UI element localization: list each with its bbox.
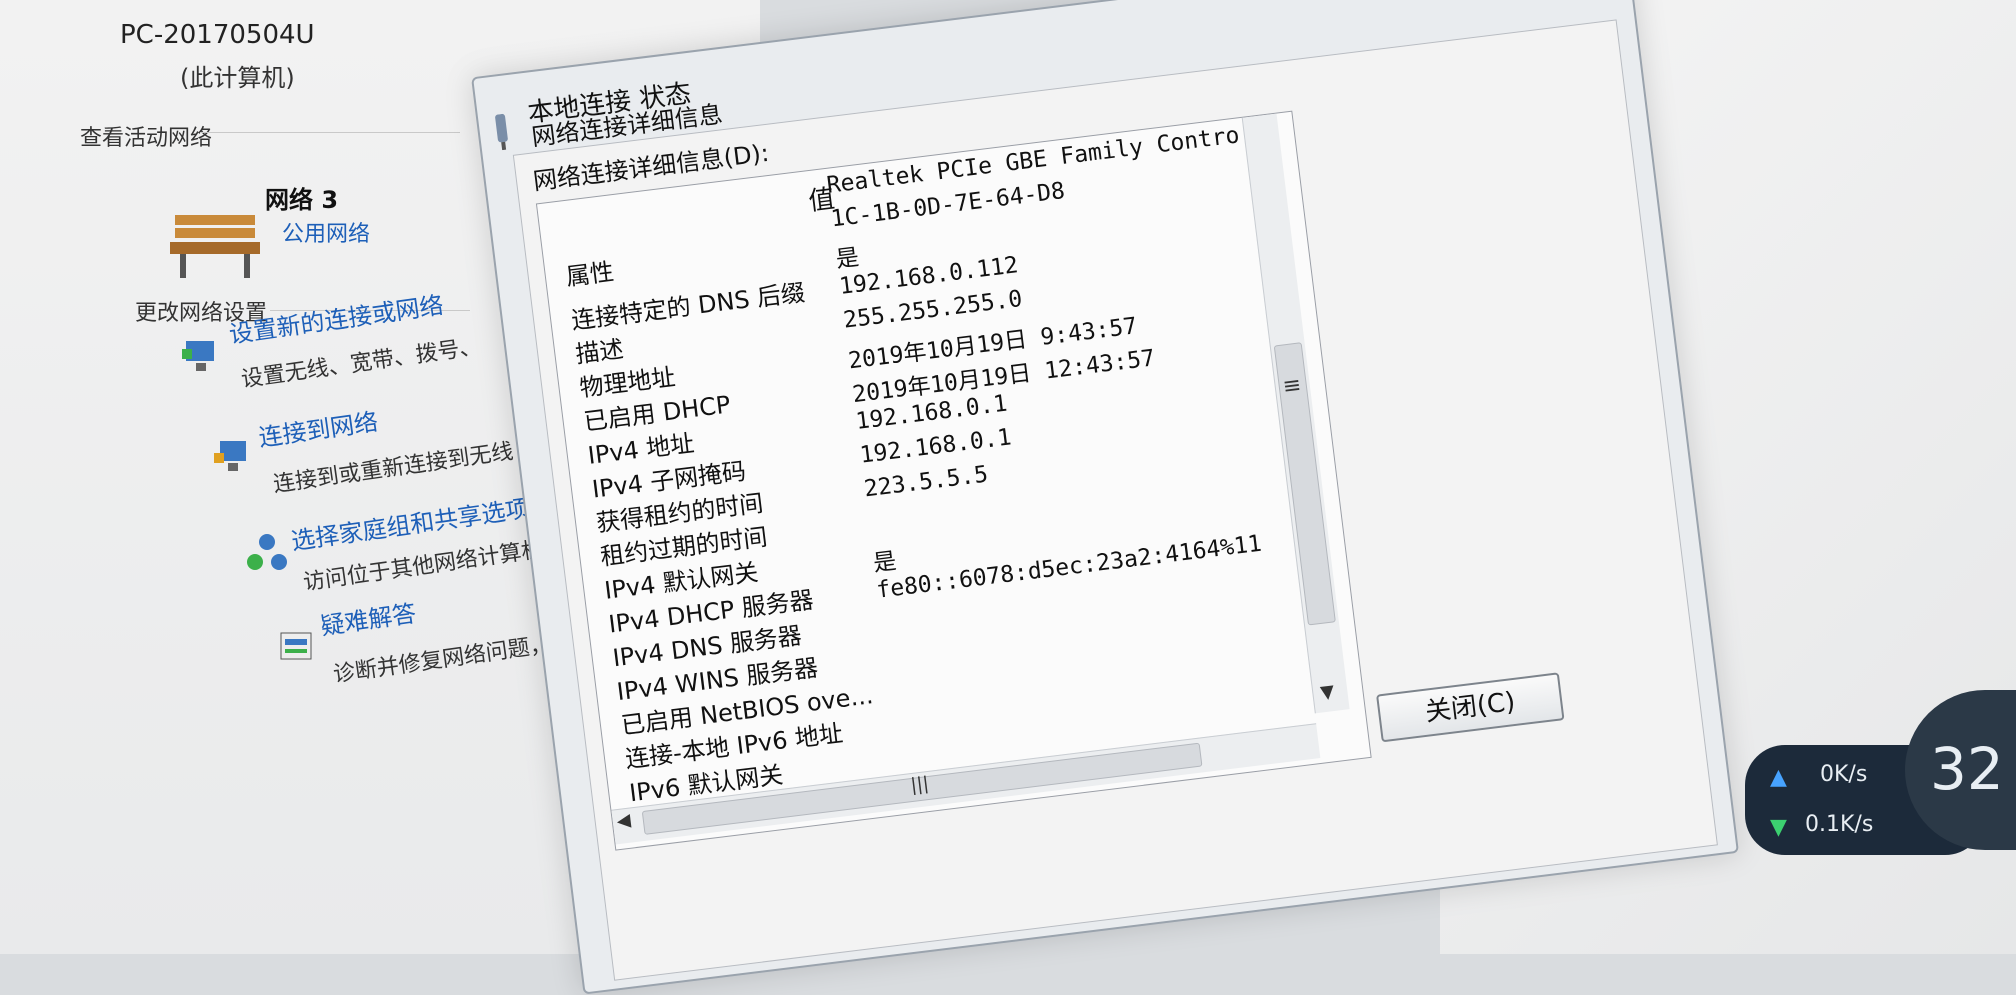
active-networks-title: 查看活动网络 (80, 126, 213, 151)
network-adapter-icon (495, 113, 508, 151)
row-value[interactable]: 是 (871, 541, 898, 578)
computer-name: PC-20170504U (120, 20, 315, 50)
usage-percent: 32 (1930, 735, 2004, 803)
network-type-link[interactable]: 公用网络 (282, 216, 370, 248)
column-header-property[interactable]: 属性 (564, 252, 616, 293)
row-value[interactable]: DHCP HOST (821, 124, 948, 165)
network-name: 网络 3 (265, 186, 339, 214)
homegroup-icon (247, 534, 287, 570)
scroll-left-arrow-icon[interactable]: ◀ (616, 810, 632, 833)
troubleshoot-icon (280, 632, 312, 660)
row-value[interactable]: fe80::6078:d5ec:23a2:4164%11 (875, 531, 1263, 604)
local-connection-status-dialog: 本地连接 状态 网络连接详细信息 网络连接详细信息(D): 属性 值 连接特定的… (471, 0, 1739, 995)
scroll-grip-icon: ||| (909, 772, 930, 797)
connect-network-icon (214, 441, 246, 471)
divider (200, 132, 460, 133)
scroll-grip-icon: ≡ (1281, 372, 1303, 400)
public-network-bench-icon (170, 215, 260, 278)
row-value[interactable]: 223.5.5.5 (863, 461, 990, 502)
details-list[interactable]: 属性 值 连接特定的 DNS 后缀 DHCP HOST 描述 Realtek PCIe… (535, 110, 1372, 851)
upload-arrow-icon: ▲ (1770, 765, 1787, 790)
download-speed: 0.1K/s (1805, 812, 1874, 837)
upload-speed: 0K/s (1820, 762, 1868, 787)
close-button[interactable]: 关闭(C) (1376, 672, 1565, 743)
computer-subtitle: (此计算机) (180, 64, 295, 92)
details-dialog: 网络连接详细信息 网络连接详细信息(D): 属性 值 连接特定的 DNS 后缀 D… (512, 19, 1718, 981)
row-value[interactable]: 是 (834, 238, 861, 275)
scroll-down-arrow-icon[interactable]: ▼ (1319, 681, 1335, 704)
new-connection-icon (182, 341, 214, 371)
download-arrow-icon: ▼ (1770, 815, 1787, 840)
